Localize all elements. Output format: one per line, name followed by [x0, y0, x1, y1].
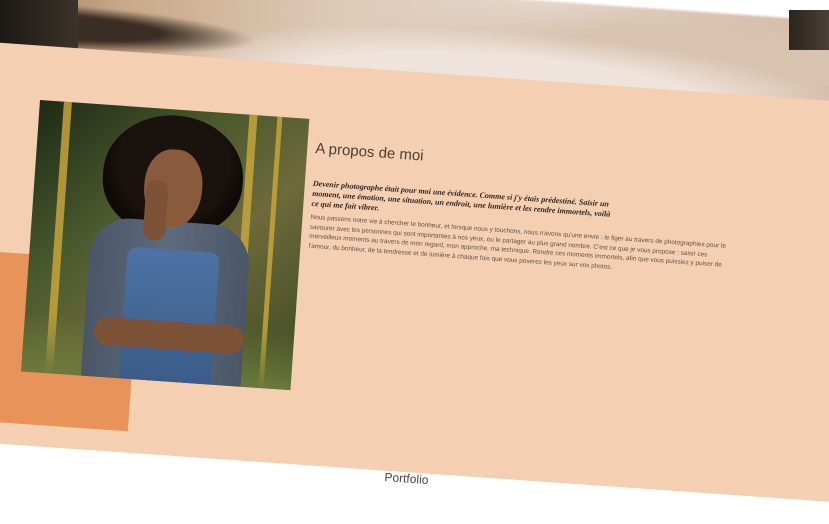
portrait-photo — [21, 100, 310, 391]
portfolio-heading[interactable]: Portfolio — [384, 470, 429, 487]
hero-image-shadow-right — [789, 10, 829, 50]
photo-hand — [142, 179, 169, 242]
page: A propos de moi Devenir photographe étai… — [0, 0, 829, 524]
